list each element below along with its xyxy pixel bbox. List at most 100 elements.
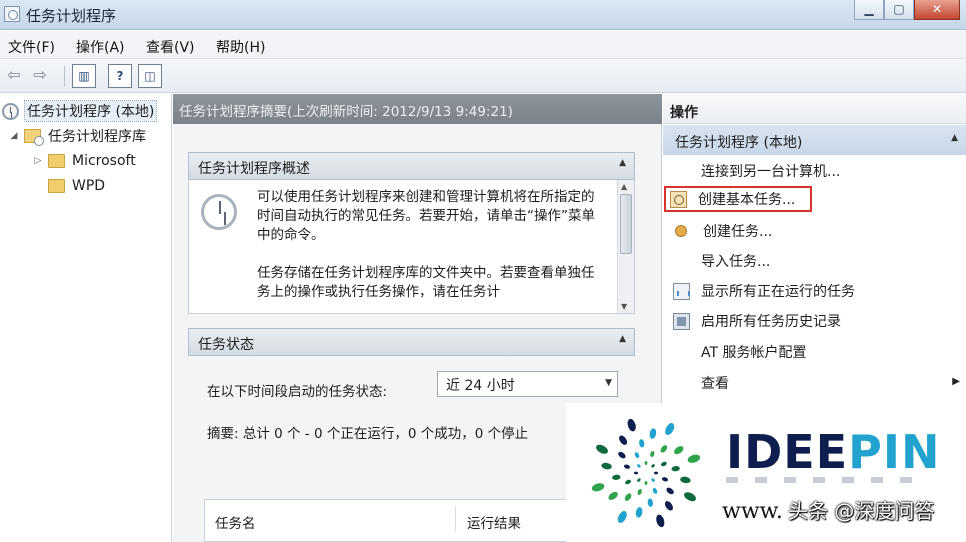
logo-dot: [634, 452, 640, 459]
logo-dot: [624, 493, 632, 501]
action-view[interactable]: 查看 ▶: [667, 370, 962, 396]
logo-dot: [637, 488, 642, 496]
logo-dot: [639, 439, 645, 448]
status-section-header[interactable]: 任务状态 ▲: [188, 328, 635, 356]
logo-dot: [684, 492, 696, 502]
overview-paragraph: 任务存储在任务计划程序库的文件夹中。若要查看单独任务上的操作或执行任务操作，请在…: [257, 265, 595, 300]
toolbar: ⇦ ⇨ ▥ ? ◫: [0, 59, 966, 93]
logo-dot: [647, 498, 653, 507]
folder-icon: [48, 179, 65, 193]
logo-dot: [612, 474, 621, 480]
menu-action[interactable]: 操作(A): [76, 37, 125, 57]
action-label: 查看: [701, 376, 729, 392]
minimize-button[interactable]: ▁: [854, 0, 884, 20]
tree-item-label: Microsoft: [72, 153, 136, 169]
overview-section-header[interactable]: 任务计划程序概述 ▲: [188, 152, 635, 180]
scroll-up-icon[interactable]: ▲: [621, 182, 627, 191]
back-arrow-icon[interactable]: ⇦: [2, 64, 26, 88]
blank-icon: [673, 163, 690, 180]
action-enable-history[interactable]: 启用所有任务历史记录: [667, 308, 962, 334]
submenu-arrow-icon: ▶: [952, 376, 960, 387]
status-period-label: 在以下时间段启动的任务状态:: [207, 384, 388, 400]
tree-item-label: WPD: [72, 178, 106, 194]
help-icon[interactable]: ?: [108, 64, 132, 88]
action-import-task[interactable]: 导入任务...: [667, 248, 962, 274]
tree-item-label: 任务计划程序 (本地): [23, 100, 158, 122]
logo-dot: [680, 476, 691, 484]
logo-dot: [651, 478, 655, 482]
overview-text: 可以使用任务计划程序来创建和管理计算机将在所指定的时间自动执行的常见任务。若要开…: [257, 188, 597, 321]
menu-view[interactable]: 查看(V): [146, 37, 195, 57]
logo-dot: [623, 464, 631, 469]
logo-dot: [671, 466, 680, 472]
close-button[interactable]: ✕: [914, 0, 960, 20]
collapse-icon[interactable]: ▲: [619, 158, 626, 168]
status-period-value: 近 24 小时: [446, 378, 515, 394]
logo-dot: [651, 464, 655, 468]
tree-item-library[interactable]: ◢ 任务计划程序库: [8, 125, 146, 147]
folder-icon: [48, 154, 65, 168]
logo-dot: [591, 483, 605, 492]
scroll-down-icon[interactable]: ▼: [621, 302, 627, 311]
status-period-select[interactable]: 近 24 小时 ▼: [437, 371, 618, 397]
overview-scrollbar[interactable]: ▲ ▼: [617, 180, 634, 313]
clock-icon: [201, 194, 237, 230]
logo-dot: [664, 501, 673, 511]
collapse-icon[interactable]: ▲: [951, 133, 958, 143]
logo-dot: [654, 471, 658, 475]
column-header-run-result[interactable]: 运行结果: [467, 512, 521, 532]
blank-icon: [673, 375, 690, 392]
expand-toggle-icon[interactable]: ◢: [8, 131, 20, 141]
menu-file[interactable]: 文件(F): [8, 37, 55, 57]
logo-dot: [619, 435, 628, 445]
source-watermark: 头条 @深度问答: [788, 499, 935, 523]
scrollbar-thumb[interactable]: [620, 194, 632, 254]
menu-bar: 文件(F) 操作(A) 查看(V) 帮助(H): [0, 31, 966, 59]
action-show-running-tasks[interactable]: 显示所有正在运行的任务: [667, 278, 962, 304]
forward-arrow-icon[interactable]: ⇨: [28, 64, 52, 88]
toolbar-separator: [64, 66, 65, 86]
ideepin-watermark: IDEEPIN www. 头条 @深度问答: [566, 403, 966, 542]
blank-icon: [673, 253, 690, 270]
tree-item-local[interactable]: 任务计划程序 (本地): [2, 100, 158, 122]
brand-name: IDEEPIN: [726, 425, 940, 479]
create-task-icon: [675, 225, 687, 237]
action-label: 创建基本任务...: [698, 192, 796, 208]
logo-dot: [660, 461, 667, 467]
collapse-toggle-icon[interactable]: ▷: [32, 156, 44, 166]
ideepin-logo-icon: [591, 418, 701, 528]
logo-dot: [674, 446, 684, 455]
logo-dot: [625, 479, 632, 485]
logo-dot: [608, 491, 618, 500]
action-connect-computer[interactable]: 连接到另一台计算机...: [667, 158, 962, 184]
title-bar: 任务计划程序 ▁ ▢ ✕: [0, 0, 966, 30]
history-icon: [673, 312, 690, 330]
console-tree-icon[interactable]: ▥: [72, 64, 96, 88]
brand-url: www.: [722, 499, 783, 524]
column-header-task-name[interactable]: 任务名: [215, 512, 256, 532]
logo-dot: [617, 511, 627, 523]
column-separator: [455, 506, 456, 532]
action-at-service-account[interactable]: AT 服务帐户配置: [667, 339, 962, 365]
tree-item-wpd[interactable]: WPD: [48, 175, 105, 197]
clock-icon: [2, 102, 19, 120]
tree-item-microsoft[interactable]: ▷ Microsoft: [32, 150, 136, 172]
action-label: 导入任务...: [701, 254, 771, 270]
collapse-icon[interactable]: ▲: [619, 334, 626, 344]
logo-dot: [644, 481, 648, 485]
action-create-basic-task[interactable]: 创建基本任务...: [664, 186, 812, 212]
overview-section-title: 任务计划程序概述: [198, 161, 310, 177]
actions-header: 操作: [663, 94, 966, 124]
actions-group-header[interactable]: 任务计划程序 (本地) ▲: [663, 125, 966, 155]
maximize-button[interactable]: ▢: [884, 0, 914, 20]
task-status-table: 任务名 运行结果: [204, 499, 594, 542]
window-title: 任务计划程序: [26, 7, 117, 25]
action-label: 启用所有任务历史记录: [701, 314, 841, 330]
brand-name-text: IDEEPIN: [726, 425, 941, 479]
brand-stripes: [726, 477, 912, 483]
action-create-task[interactable]: 创建任务...: [667, 218, 962, 244]
show-hide-pane-icon[interactable]: ◫: [138, 64, 162, 88]
logo-dot: [601, 462, 612, 470]
menu-help[interactable]: 帮助(H): [216, 37, 265, 57]
logo-dot: [627, 418, 636, 432]
